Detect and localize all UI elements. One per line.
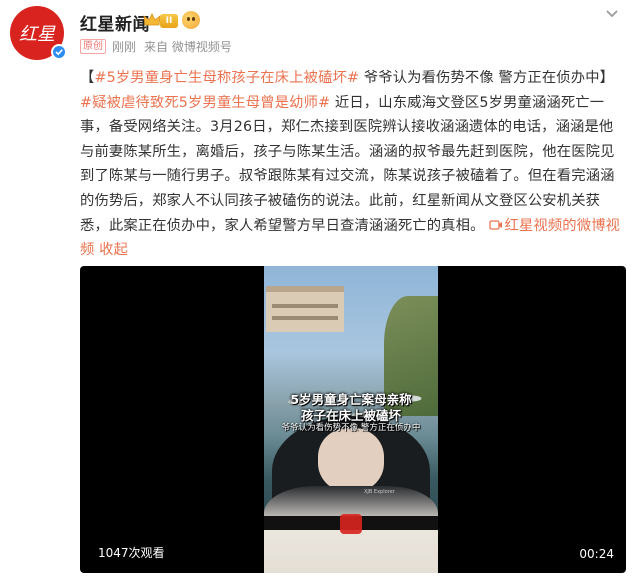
collapse-button[interactable]: 收起	[99, 242, 128, 258]
svg-text:红星: 红星	[19, 24, 56, 45]
emoji-badge-icon[interactable]	[182, 11, 200, 29]
verified-icon	[51, 44, 67, 60]
hashtag-link[interactable]: #5岁男童身亡生母称孩子在床上被磕坏#	[94, 70, 359, 86]
face-shape	[318, 428, 384, 492]
level-badge-icon[interactable]: II	[160, 14, 178, 28]
crown-icon[interactable]	[143, 12, 161, 28]
video-thumbnail: XJB Explorer 5岁男童身亡案母亲称 孩子在床上被磕坏 爷爷认为看伤势…	[264, 266, 438, 573]
watermark-logo-icon	[340, 514, 362, 534]
video-duration: 00:24	[579, 547, 614, 561]
building-shape	[266, 286, 344, 332]
original-tag: 原创	[80, 39, 106, 54]
video-overlay-subtitle: 爷爷认为看伤势不像 警方正在侦办中	[281, 423, 421, 433]
post-text: 【#5岁男童身亡生母称孩子在床上被磕坏# 爷爷认为看伤势不像 警方正在侦办中】 #…	[80, 66, 626, 263]
post-time[interactable]: 刚刚	[112, 38, 136, 55]
bracket-close: 】	[599, 70, 615, 86]
jacket-brand-text: XJB Explorer	[364, 489, 395, 495]
chevron-down-icon[interactable]	[604, 8, 620, 20]
video-player[interactable]: XJB Explorer 5岁男童身亡案母亲称 孩子在床上被磕坏 爷爷认为看伤势…	[80, 266, 626, 573]
view-count: 1047次观看	[98, 546, 165, 560]
post-source[interactable]: 来自 微博视频号	[144, 38, 232, 55]
video-link-icon[interactable]	[488, 219, 503, 231]
post-meta: 原创 刚刚 来自 微博视频号	[80, 38, 232, 55]
headline-text: 爷爷认为看伤势不像 警方正在侦办中	[359, 70, 600, 86]
bracket-open: 【	[80, 70, 95, 86]
author-name[interactable]: 红星新闻	[80, 10, 150, 35]
body-text: 近日，山东威海文登区5岁男童涵涵死亡一事，备受网络关注。3月26日，郑仁杰接到医…	[80, 94, 615, 234]
hashtag-link[interactable]: #疑被虐待致死5岁男童生母曾是幼师#	[80, 95, 330, 111]
